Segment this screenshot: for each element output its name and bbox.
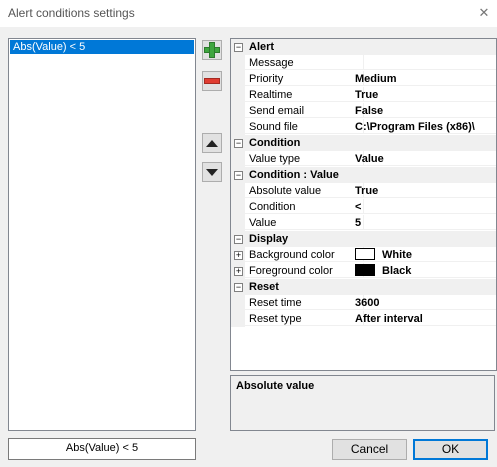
category-label: Reset [249, 281, 279, 293]
category-label: Alert [249, 41, 275, 53]
collapse-icon[interactable]: − [234, 283, 243, 292]
category-condition[interactable]: − Condition [231, 135, 496, 151]
property-name: Reset time [245, 295, 364, 310]
property-name: Message [245, 55, 364, 70]
arrow-down-icon [206, 168, 218, 176]
property-name: Sound file [245, 119, 364, 134]
property-name: Foreground color [245, 263, 364, 278]
property-value[interactable]: True [351, 87, 496, 102]
property-reset-type[interactable]: Reset type After interval [231, 311, 496, 327]
close-icon[interactable]: ✕ [475, 4, 493, 22]
property-message[interactable]: Message [231, 55, 496, 71]
expand-icon[interactable]: + [234, 267, 243, 276]
property-value: Black [382, 265, 412, 277]
move-up-button[interactable] [202, 133, 222, 153]
property-name: Value [245, 215, 364, 230]
property-value[interactable]: Value [351, 151, 496, 166]
property-value[interactable]: C:\Program Files (x86)\ [351, 119, 496, 134]
ok-button[interactable]: OK [413, 439, 488, 460]
category-label: Display [249, 233, 289, 245]
description-panel: Absolute value [230, 375, 495, 431]
property-priority[interactable]: Priority Medium [231, 71, 496, 87]
property-realtime[interactable]: Realtime True [231, 87, 496, 103]
property-name: Background color [245, 247, 364, 262]
property-value-cell[interactable]: White [351, 247, 496, 262]
property-name: Reset type [245, 311, 364, 326]
property-grid[interactable]: − Alert Message Priority Medium Realtime… [230, 38, 497, 371]
property-value[interactable]: False [351, 103, 496, 118]
property-value[interactable]: < [351, 199, 496, 214]
remove-icon [204, 78, 220, 84]
property-name: Priority [245, 71, 364, 86]
description-title: Absolute value [236, 380, 315, 392]
remove-alert-button[interactable] [202, 71, 222, 91]
collapse-icon[interactable]: − [234, 235, 243, 244]
property-value[interactable]: After interval [351, 311, 496, 326]
title-bar: Alert conditions settings ✕ [0, 0, 497, 27]
list-item[interactable]: Abs(Value) < 5 [10, 40, 194, 54]
property-name: Send email [245, 103, 364, 118]
color-swatch [355, 248, 375, 261]
property-value[interactable]: 3600 [351, 295, 496, 310]
property-condition[interactable]: Condition < [231, 199, 496, 215]
property-absolute-value[interactable]: Absolute value True [231, 183, 496, 199]
property-value-cell[interactable]: Black [351, 263, 496, 278]
category-display[interactable]: − Display [231, 231, 496, 247]
move-down-button[interactable] [202, 162, 222, 182]
expand-icon[interactable]: + [234, 251, 243, 260]
property-name: Absolute value [245, 183, 364, 198]
property-name: Value type [245, 151, 364, 166]
window-title: Alert conditions settings [8, 6, 135, 20]
category-reset[interactable]: − Reset [231, 279, 496, 295]
category-condition-value[interactable]: − Condition : Value [231, 167, 496, 183]
property-value[interactable]: 5 [351, 215, 496, 230]
property-sound-file[interactable]: Sound file C:\Program Files (x86)\ [231, 119, 496, 135]
property-name: Realtime [245, 87, 364, 102]
property-foreground-color[interactable]: + Foreground color Black [231, 263, 496, 279]
category-label: Condition : Value [249, 169, 339, 181]
property-value[interactable]: Value 5 [231, 215, 496, 231]
property-value[interactable]: Medium [351, 71, 496, 86]
property-send-email[interactable]: Send email False [231, 103, 496, 119]
category-label: Condition [249, 137, 301, 149]
collapse-icon[interactable]: − [234, 171, 243, 180]
property-value: White [382, 249, 412, 261]
cancel-button[interactable]: Cancel [332, 439, 407, 460]
property-name: Condition [245, 199, 364, 214]
alerts-list[interactable]: Abs(Value) < 5 [8, 38, 196, 431]
property-reset-time[interactable]: Reset time 3600 [231, 295, 496, 311]
alert-name-field[interactable]: Abs(Value) < 5 [8, 438, 196, 460]
collapse-icon[interactable]: − [234, 139, 243, 148]
property-value[interactable]: True [351, 183, 496, 198]
color-swatch [355, 264, 375, 277]
collapse-icon[interactable]: − [234, 43, 243, 52]
category-alert[interactable]: − Alert [231, 39, 496, 55]
property-value-type[interactable]: Value type Value [231, 151, 496, 167]
arrow-up-icon [206, 139, 218, 147]
add-icon [204, 42, 220, 58]
property-background-color[interactable]: + Background color White [231, 247, 496, 263]
add-alert-button[interactable] [202, 40, 222, 60]
property-value[interactable] [351, 55, 496, 70]
